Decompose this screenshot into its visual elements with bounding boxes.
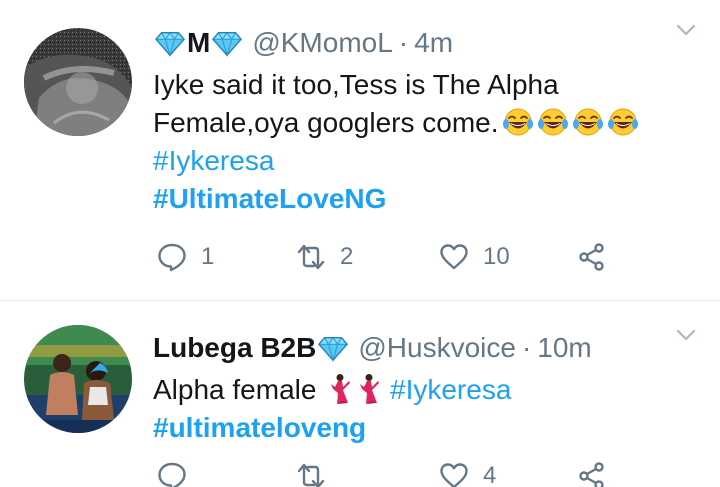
diamond-emoji-icon xyxy=(318,333,348,363)
display-name-text: Lubega B2B xyxy=(153,332,317,363)
display-name-text: M xyxy=(187,27,211,58)
laughing-tears-emoji-icon xyxy=(502,108,534,136)
heart-icon xyxy=(439,461,469,487)
tweet-actions: 4 xyxy=(153,461,623,487)
heart-icon xyxy=(439,242,469,272)
hashtag-link[interactable]: #ultimateloveng xyxy=(153,412,366,443)
retweet-button[interactable] xyxy=(296,461,340,487)
tweet-card[interactable]: M @KMomoL · 4m Iyke said it too,Tess is … xyxy=(0,0,720,300)
user-handle[interactable]: @KMomoL xyxy=(252,27,392,59)
tweet-header: Lubega B2B @Huskvoice · 10m xyxy=(153,325,704,371)
display-name[interactable]: Lubega B2B xyxy=(153,332,350,364)
retweet-icon xyxy=(296,461,326,487)
tweet-text: Iyke said it too,Tess is The Alpha Femal… xyxy=(153,66,704,218)
share-button[interactable] xyxy=(577,461,607,487)
laughing-tears-emoji-icon xyxy=(572,108,604,136)
dancer-emoji-icon xyxy=(356,373,382,405)
tweet-actions: 1 2 10 xyxy=(153,242,623,282)
display-name[interactable]: M xyxy=(153,27,244,59)
reply-count: 1 xyxy=(201,243,215,270)
reply-icon xyxy=(157,242,187,272)
retweet-button[interactable]: 2 xyxy=(296,242,353,272)
retweet-count: 2 xyxy=(340,243,354,270)
dancer-emoji-icon xyxy=(327,373,353,405)
tweet-text: Alpha female #Iykeresa #ultimateloveng xyxy=(153,371,704,447)
reply-button[interactable] xyxy=(157,461,201,487)
reply-button[interactable]: 1 xyxy=(157,242,214,272)
tweet-body-text: Iyke said it too,Tess is The Alpha Femal… xyxy=(153,69,559,138)
timestamp[interactable]: 10m xyxy=(537,332,591,364)
like-button[interactable]: 4 xyxy=(439,461,496,487)
user-handle[interactable]: @Huskvoice xyxy=(358,332,516,364)
chevron-down-icon[interactable] xyxy=(674,323,698,347)
reply-icon xyxy=(157,461,187,487)
like-count: 4 xyxy=(483,462,497,487)
avatar[interactable] xyxy=(24,325,132,433)
tweet-header: M @KMomoL · 4m xyxy=(153,20,704,66)
like-count: 10 xyxy=(483,243,510,270)
diamond-emoji-icon xyxy=(155,28,185,58)
separator-dot: · xyxy=(521,332,532,363)
separator-dot: · xyxy=(398,27,409,58)
laughing-tears-emoji-icon xyxy=(607,108,639,136)
laughing-tears-emoji-icon xyxy=(537,108,569,136)
tweet-content: M @KMomoL · 4m Iyke said it too,Tess is … xyxy=(153,20,704,218)
diamond-emoji-icon xyxy=(212,28,242,58)
tweet-body-text: Alpha female xyxy=(153,374,317,405)
like-button[interactable]: 10 xyxy=(439,242,510,272)
hashtag-link[interactable]: #UltimateLoveNG xyxy=(153,183,386,214)
tweet-card[interactable]: Lubega B2B @Huskvoice · 10m Alpha female… xyxy=(0,300,720,487)
hashtag-link[interactable]: #Iykeresa xyxy=(153,145,274,176)
avatar[interactable] xyxy=(24,28,132,136)
retweet-icon xyxy=(296,242,326,272)
chevron-down-icon[interactable] xyxy=(674,18,698,42)
timestamp[interactable]: 4m xyxy=(414,27,453,59)
tweet-content: Lubega B2B @Huskvoice · 10m Alpha female… xyxy=(153,325,704,447)
share-icon xyxy=(577,461,607,487)
share-icon xyxy=(577,242,607,272)
share-button[interactable] xyxy=(577,242,607,272)
hashtag-link[interactable]: #Iykeresa xyxy=(390,374,511,405)
